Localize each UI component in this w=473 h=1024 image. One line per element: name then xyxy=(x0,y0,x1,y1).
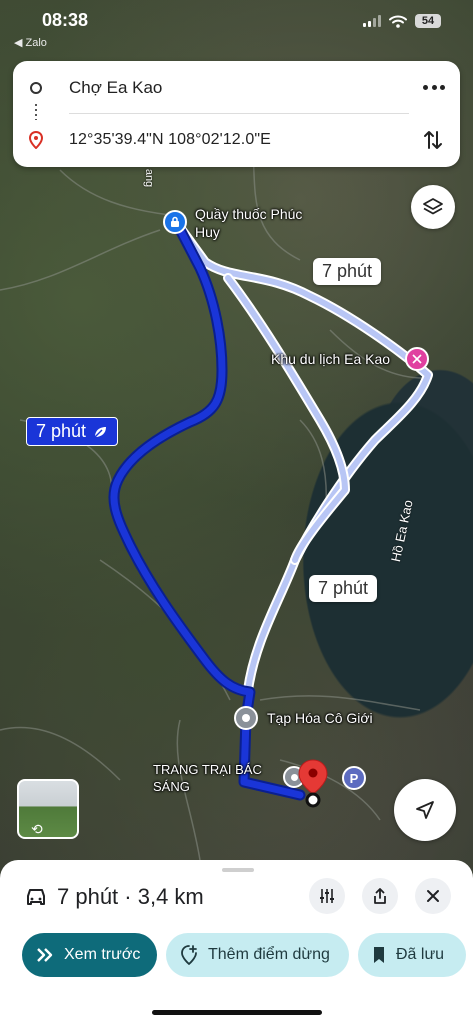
car-icon xyxy=(27,889,45,905)
more-options-icon[interactable] xyxy=(423,85,445,91)
my-location-button[interactable] xyxy=(394,779,456,841)
primary-eta-text: 7 phút xyxy=(36,421,87,441)
tourism-poi-icon[interactable] xyxy=(405,347,429,371)
add-location-icon xyxy=(181,945,197,965)
route-options-button[interactable] xyxy=(309,878,345,914)
status-time: 08:38 xyxy=(42,10,89,30)
card-divider xyxy=(69,113,409,114)
add-stop-button[interactable]: Thêm điểm dừng xyxy=(166,933,349,977)
preview-label: Xem trước xyxy=(64,946,141,963)
tune-icon xyxy=(320,889,334,903)
alt-route-eta-2[interactable]: 7 phút xyxy=(309,575,378,602)
place-label-farm[interactable]: TRANG TRẠI BÁC SÁNG xyxy=(153,761,262,795)
swap-icon[interactable] xyxy=(422,128,444,152)
double-chevron-icon xyxy=(37,948,53,962)
destination-pin-icon[interactable] xyxy=(296,758,330,808)
add-stop-label: Thêm điểm dừng xyxy=(208,946,330,963)
status-icons: 54 xyxy=(363,14,441,28)
start-lock-icon[interactable] xyxy=(163,210,187,234)
destination-input[interactable]: 12°35'39.4"N 108°02'12.0"E xyxy=(69,131,271,149)
share-icon xyxy=(374,888,386,904)
navigation-arrow-icon xyxy=(416,801,434,819)
origin-input[interactable]: Chợ Ea Kao xyxy=(69,78,162,98)
home-indicator[interactable] xyxy=(152,1010,322,1015)
signal-icon xyxy=(363,15,381,27)
share-button[interactable] xyxy=(362,878,398,914)
place-label-start-shop[interactable]: Quầy thuốc Phúc Huy xyxy=(195,205,355,241)
rotate-360-icon: ⟲ xyxy=(31,821,43,837)
close-icon xyxy=(427,890,439,902)
sheet-drag-handle[interactable] xyxy=(222,868,254,872)
route-dots-icon xyxy=(35,104,37,120)
battery-indicator: 54 xyxy=(415,14,441,28)
trip-summary: 7 phút · 3,4 km xyxy=(57,884,204,909)
alt-route-eta-1[interactable]: 7 phút xyxy=(313,258,382,285)
road-name-label: ang xyxy=(143,168,156,188)
eco-leaf-icon xyxy=(94,426,107,437)
destination-marker-icon xyxy=(29,131,43,149)
back-to-app-link[interactable]: ◀ Zalo xyxy=(14,36,47,49)
origin-circle-icon xyxy=(30,82,42,94)
place-label-grocery[interactable]: Tạp Hóa Cô Giới xyxy=(267,710,373,726)
close-button[interactable] xyxy=(415,878,451,914)
saved-button[interactable]: Đã lưu xyxy=(358,933,466,977)
route-card xyxy=(13,61,460,167)
primary-route-eta[interactable]: 7 phút xyxy=(26,417,119,446)
grocery-poi-icon[interactable] xyxy=(234,706,258,730)
preview-button[interactable]: Xem trước xyxy=(22,933,157,977)
wifi-icon xyxy=(389,15,407,28)
place-label-tourist-area[interactable]: Khu du lịch Ea Kao xyxy=(271,351,390,367)
street-view-thumbnail[interactable]: ⟲ xyxy=(17,779,79,839)
layers-button[interactable] xyxy=(411,185,455,229)
bookmark-icon xyxy=(374,947,384,963)
parking-poi-icon[interactable]: P xyxy=(342,766,366,790)
saved-label: Đã lưu xyxy=(396,946,445,963)
status-bar: 08:38 ◀ Zalo 54 xyxy=(0,0,473,52)
layers-icon xyxy=(423,198,443,215)
